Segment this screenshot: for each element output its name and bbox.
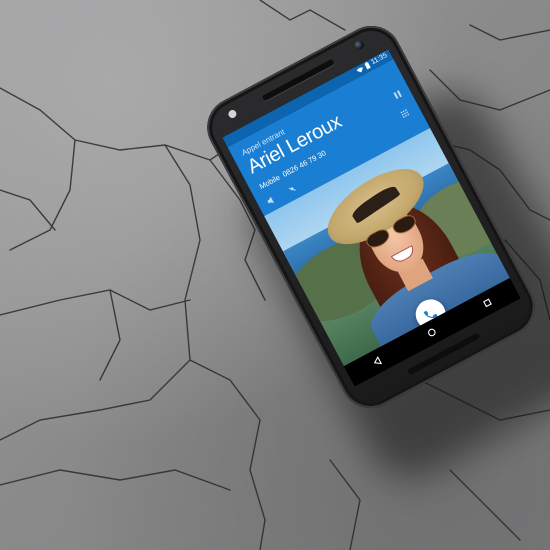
home-circle-icon (428, 328, 437, 337)
recents-button[interactable] (474, 289, 501, 316)
front-camera (353, 38, 366, 51)
wifi-icon (356, 67, 363, 72)
dialpad-icon[interactable] (400, 109, 410, 118)
back-triangle-icon (373, 356, 382, 365)
battery-icon (364, 61, 371, 70)
proximity-sensor (227, 108, 238, 120)
mute-icon[interactable] (288, 184, 297, 193)
pause-icon[interactable] (393, 90, 402, 100)
home-button[interactable] (419, 319, 446, 346)
back-button[interactable] (363, 348, 390, 375)
concrete-background: 11:35 Appel entrant Ariel Leroux Mobile0… (0, 0, 550, 550)
speaker-icon[interactable] (266, 195, 276, 205)
recents-square-icon (483, 298, 492, 308)
